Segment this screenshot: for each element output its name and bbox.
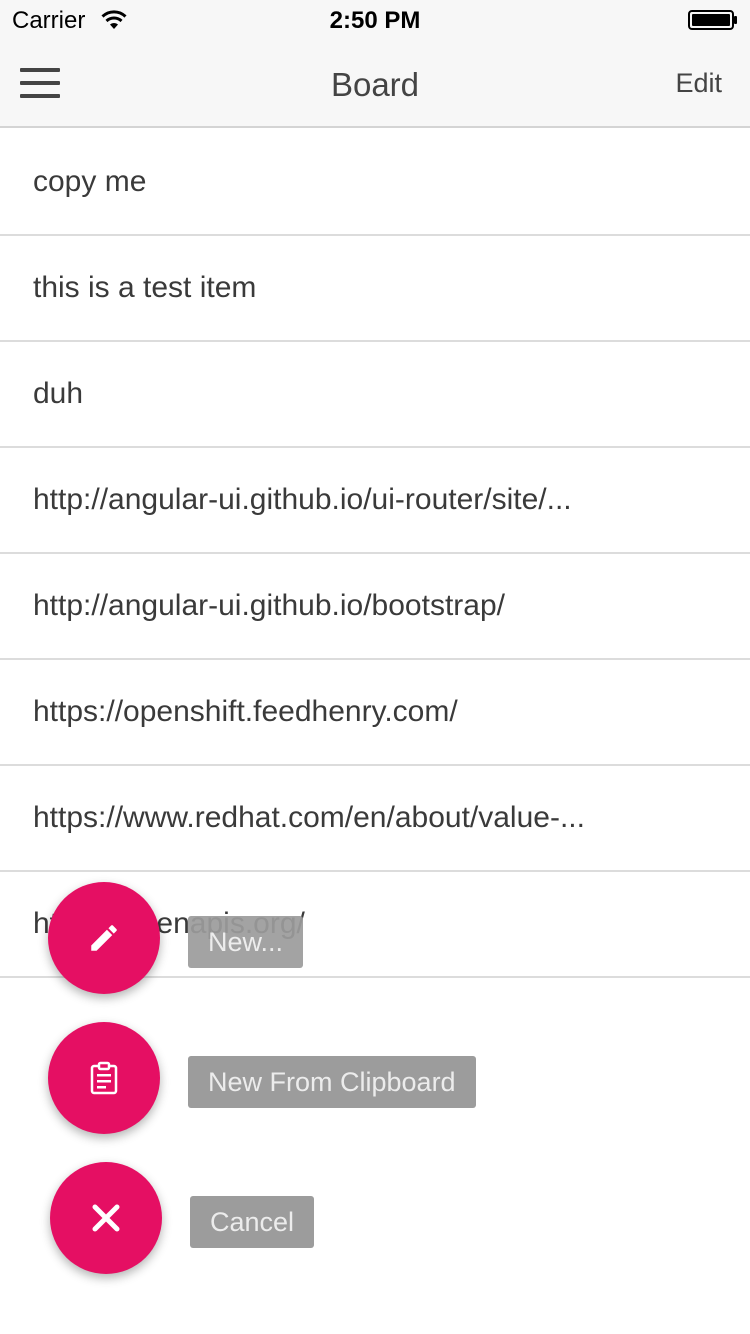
list-item[interactable]: duh xyxy=(0,342,750,448)
list-item[interactable]: http://angular-ui.github.io/bootstrap/ xyxy=(0,554,750,660)
new-from-clipboard-button[interactable] xyxy=(48,1022,160,1134)
cancel-button[interactable] xyxy=(50,1162,162,1274)
new-item-button[interactable] xyxy=(48,882,160,994)
list-item[interactable]: this is a test item xyxy=(0,236,750,342)
pencil-icon xyxy=(91,925,117,951)
clock: 2:50 PM xyxy=(329,7,421,34)
clipboard-icon xyxy=(90,1061,118,1095)
screen: Carrier 2:50 PM Board Edit copy me this … xyxy=(0,0,750,1334)
nav-bar: Board Edit xyxy=(0,40,750,128)
list-item[interactable]: copy me xyxy=(0,130,750,236)
list-item[interactable]: https://www.redhat.com/en/about/value-..… xyxy=(0,766,750,872)
new-from-clipboard-label[interactable]: New From Clipboard xyxy=(188,1056,476,1108)
status-bar: Carrier 2:50 PM xyxy=(0,0,750,40)
list-item[interactable]: https://openshift.feedhenry.com/ xyxy=(0,660,750,766)
cancel-label[interactable]: Cancel xyxy=(190,1196,315,1248)
battery-icon xyxy=(688,10,737,30)
page-title: Board xyxy=(330,66,420,103)
edit-button[interactable]: Edit xyxy=(675,68,722,99)
close-icon xyxy=(92,1204,120,1232)
new-item-label[interactable]: New... xyxy=(188,916,304,968)
list-item[interactable]: http://angular-ui.github.io/ui-router/si… xyxy=(0,448,750,554)
board-list: copy me this is a test item duh http://a… xyxy=(0,130,750,978)
